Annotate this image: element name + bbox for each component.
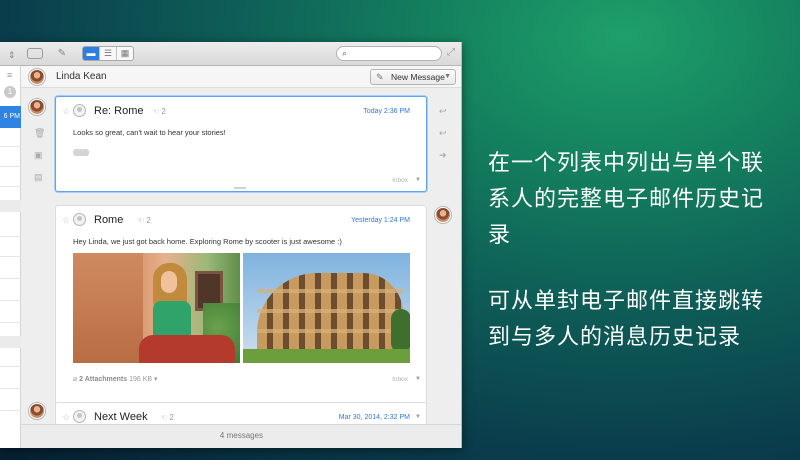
sort-toggle-icon[interactable]: ⇕ — [8, 48, 16, 63]
compose-icon[interactable]: ✎ — [55, 46, 69, 61]
photo-grass — [243, 349, 410, 363]
forward-icon[interactable]: ➜ — [439, 150, 447, 161]
message-subject: Rome — [94, 214, 124, 226]
list-view-icon[interactable]: ☰ — [99, 47, 116, 60]
list-divider — [0, 236, 21, 237]
fullscreen-icon[interactable]: ⤢ — [447, 47, 455, 58]
photo-face — [161, 271, 177, 293]
archive-icon[interactable]: ▣ — [34, 150, 43, 161]
selected-list-item[interactable]: 6 PM — [0, 106, 21, 128]
chevron-down-icon[interactable]: ▼ — [444, 70, 451, 84]
show-quoted-button[interactable]: ··· — [73, 147, 89, 156]
folder-label: Inbox — [392, 376, 408, 383]
chevron-down-icon[interactable]: ▼ — [415, 414, 421, 420]
sender-avatar[interactable] — [29, 99, 45, 115]
reply-icon[interactable]: ↩ — [439, 106, 447, 117]
participants-count: ☜ 2 — [160, 413, 174, 422]
promo-text-jump-to-history: 可从单封电子邮件直接跳转到与多人的消息历史记录 — [488, 289, 765, 350]
list-divider — [0, 322, 21, 323]
grid-view-icon[interactable]: ▦ — [116, 47, 133, 60]
search-input[interactable]: ⌕ — [336, 46, 442, 61]
message-count-status: 4 messages — [21, 424, 461, 448]
filter-icon[interactable]: ≡ — [7, 70, 12, 80]
list-section — [0, 336, 21, 348]
sender-avatar[interactable] — [435, 207, 451, 223]
promo-text-conversation-history: 在一个列表中列出与单个联系人的完整电子邮件历史记录 — [488, 151, 765, 248]
new-message-button[interactable]: ✎ New Message ▼ — [370, 69, 456, 85]
move-icon[interactable]: ▤ — [34, 172, 43, 183]
list-divider — [0, 166, 21, 167]
message-body: Hey Linda, we just got back home. Explor… — [73, 237, 342, 246]
list-divider — [0, 366, 21, 367]
mailbox-toggle-icon[interactable] — [27, 48, 43, 59]
participants-count: ☜ 2 — [152, 107, 166, 116]
contact-avatar[interactable] — [29, 69, 45, 85]
chevron-down-icon[interactable]: ▼ — [415, 376, 421, 382]
conversation-view-icon[interactable]: ▬ — [83, 47, 99, 60]
list-divider — [0, 146, 21, 147]
folder-label: Inbox — [392, 177, 408, 184]
view-mode-switch[interactable]: ▬ ☰ ▦ — [82, 46, 134, 61]
message-subject: Next Week — [94, 411, 148, 423]
star-icon[interactable]: ☆ — [62, 412, 70, 423]
contact-name: Linda Kean — [56, 71, 107, 82]
photo-wall — [73, 253, 143, 363]
photo-tree — [391, 309, 410, 353]
list-divider — [0, 256, 21, 257]
conversation-header: Linda Kean ✎ New Message ▼ — [21, 66, 461, 88]
trash-icon[interactable]: 🗑 — [34, 128, 45, 139]
message-date: Yesterday 1:24 PM — [351, 217, 410, 224]
search-icon: ⌕ — [342, 48, 348, 58]
attachments-summary[interactable]: ⌀ 2 Attachments 196 KB ▾ — [73, 375, 158, 383]
list-divider — [0, 186, 21, 187]
message-list: ≡ 1 6 PM — [0, 66, 21, 448]
toolbar: ⇕ ✎ ▬ ☰ ▦ ⌕ ⤢ — [0, 42, 461, 66]
photo-scooter — [139, 335, 235, 363]
photo-colosseum-building — [257, 273, 403, 349]
participants-icon: ☜ — [160, 413, 170, 422]
star-icon[interactable]: ☆ — [62, 106, 70, 117]
list-divider — [0, 300, 21, 301]
star-icon[interactable]: ☆ — [62, 215, 70, 226]
list-section — [0, 200, 21, 212]
list-divider — [0, 410, 21, 411]
message-subject: Re: Rome — [94, 105, 144, 117]
conversation-pane: Linda Kean ✎ New Message ▼ 🗑 ▣ ▤ ↩ ↩ ➜ ☆… — [21, 66, 461, 448]
reply-all-icon[interactable]: ↩ — [439, 128, 447, 139]
list-divider — [0, 278, 21, 279]
participants-icon: ☜ — [137, 216, 147, 225]
participant-avatar-icon — [73, 213, 86, 226]
message-date: Mar 30, 2014, 2:32 PM — [338, 414, 410, 421]
participant-avatar-icon — [73, 410, 86, 423]
sender-avatar[interactable] — [29, 403, 45, 419]
chevron-down-icon: ▾ — [154, 376, 158, 383]
participants-icon: ☜ — [152, 107, 162, 116]
message-body: Looks so great, can't wait to hear your … — [73, 128, 226, 137]
message-card[interactable]: ☆ Rome ☜ 2 Yesterday 1:24 PM Hey Linda, … — [55, 205, 427, 413]
mail-app-window: ⇕ ✎ ▬ ☰ ▦ ⌕ ⤢ ≡ 1 6 PM Linda Kean ✎ New … — [0, 42, 462, 448]
participant-avatar-icon — [73, 104, 86, 117]
attachment-photo-scooter[interactable] — [73, 253, 240, 363]
list-divider — [0, 388, 21, 389]
attachment-photo-colosseum[interactable] — [243, 253, 410, 363]
message-date: Today 2:36 PM — [363, 108, 410, 115]
participants-count: ☜ 2 — [137, 216, 151, 225]
unread-count-badge: 1 — [4, 86, 16, 98]
compose-icon: ✎ — [376, 72, 384, 82]
resize-grip[interactable] — [234, 187, 246, 189]
chevron-down-icon[interactable]: ▼ — [415, 177, 421, 183]
photo-shirt — [153, 301, 191, 339]
message-card[interactable]: ☆ Re: Rome ☜ 2 Today 2:36 PM Looks so gr… — [55, 96, 427, 192]
